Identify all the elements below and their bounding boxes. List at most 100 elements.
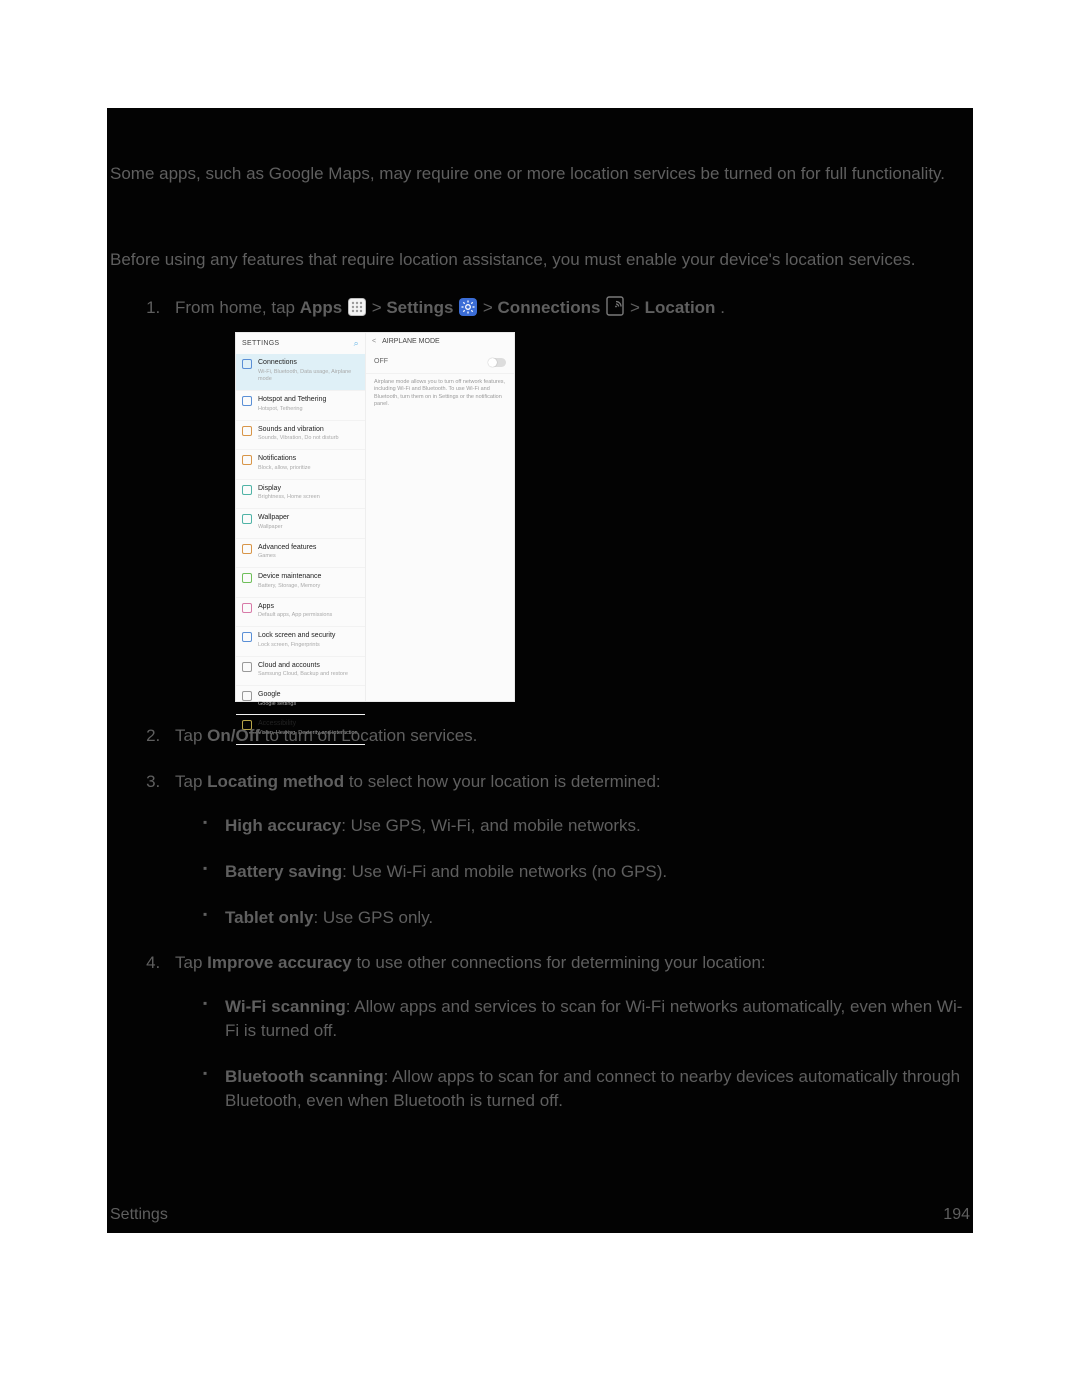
- step2-bold: On/Off: [207, 726, 260, 745]
- settings-item-wallpaper: WallpaperWallpaper: [236, 509, 365, 538]
- step3-pre: Tap: [175, 772, 207, 791]
- cloud-item-icon: [242, 662, 252, 672]
- off-label: OFF: [374, 357, 388, 367]
- screenshot-right-panel: < AIRPLANE MODE OFF Airplane mode allows…: [366, 333, 514, 701]
- item10-sub: Samsung Cloud, Backup and restore: [258, 671, 348, 679]
- step3-post: to select how your location is determine…: [344, 772, 661, 791]
- wallpaper-item-icon: [242, 514, 252, 524]
- step-3: Tap Locating method to select how your l…: [165, 770, 970, 929]
- airplane-off-row: OFF: [366, 351, 514, 374]
- step2-pre: Tap: [175, 726, 207, 745]
- item10-title: Cloud and accounts: [258, 661, 348, 671]
- airplane-description: Airplane mode allows you to turn off net…: [366, 374, 514, 414]
- airplane-header-text: AIRPLANE MODE: [382, 337, 440, 347]
- item6-title: Advanced features: [258, 543, 316, 553]
- item4-title: Display: [258, 484, 320, 494]
- item9-sub: Lock screen, Fingerprints: [258, 642, 335, 650]
- screenshot-left-panel: SETTINGS ⌕ ConnectionsWi-Fi, Bluetooth, …: [236, 333, 366, 701]
- settings-item-connections: ConnectionsWi-Fi, Bluetooth, Data usage,…: [236, 354, 365, 391]
- settings-item-maintenance: Device maintenanceBattery, Storage, Memo…: [236, 568, 365, 597]
- document-page: Some apps, such as Google Maps, may requ…: [107, 108, 973, 1233]
- intro-paragraph-2: Before using any features that require l…: [110, 248, 970, 272]
- step-1-text: From home, tap Apps > Settings > Connect…: [175, 298, 725, 317]
- item8-sub: Default apps, App permissions: [258, 612, 332, 620]
- screenshot-right-header: < AIRPLANE MODE: [366, 333, 514, 351]
- settings-item-advanced: Advanced featuresGames: [236, 539, 365, 568]
- step4-pre: Tap: [175, 953, 207, 972]
- bullet-high-accuracy: High accuracy: Use GPS, Wi-Fi, and mobil…: [203, 814, 970, 838]
- back-icon: <: [372, 337, 376, 347]
- maint-item-icon: [242, 573, 252, 583]
- settings-header-text: SETTINGS: [242, 339, 279, 349]
- item0-sub: Wi-Fi, Bluetooth, Data usage, Airplane m…: [258, 369, 359, 384]
- sep2: >: [483, 298, 498, 317]
- settings-item-google: GoogleGoogle settings: [236, 686, 365, 715]
- step4-post: to use other connections for determining…: [352, 953, 766, 972]
- apps-icon: [348, 298, 366, 323]
- item9-title: Lock screen and security: [258, 631, 335, 641]
- ha-desc: : Use GPS, Wi-Fi, and mobile networks.: [341, 816, 640, 835]
- apps-label: Apps: [300, 298, 343, 317]
- bullet-tablet-only: Tablet only: Use GPS only.: [203, 906, 970, 930]
- step1-prefix: From home, tap: [175, 298, 300, 317]
- item6-sub: Games: [258, 553, 316, 561]
- bs-label: Battery saving: [225, 862, 342, 881]
- item1-sub: Hotspot, Tethering: [258, 406, 326, 414]
- step4-bullets: Wi-Fi scanning: Allow apps and services …: [203, 995, 970, 1112]
- bs-desc: : Use Wi-Fi and mobile networks (no GPS)…: [342, 862, 667, 881]
- bt-label: Bluetooth scanning: [225, 1067, 384, 1086]
- item1-title: Hotspot and Tethering: [258, 395, 326, 405]
- settings-item-hotspot: Hotspot and TetheringHotspot, Tethering: [236, 391, 365, 420]
- notif-item-icon: [242, 455, 252, 465]
- step-4: Tap Improve accuracy to use other connec…: [165, 951, 970, 1112]
- wifi-label: Wi-Fi scanning: [225, 997, 346, 1016]
- item5-sub: Wallpaper: [258, 524, 289, 532]
- page-footer: Settings 194: [110, 1204, 970, 1226]
- step1-suffix: .: [720, 298, 725, 317]
- sounds-item-icon: [242, 426, 252, 436]
- to-label: Tablet only: [225, 908, 313, 927]
- display-item-icon: [242, 485, 252, 495]
- google-item-icon: [242, 691, 252, 701]
- toggle-icon: [488, 358, 506, 367]
- item8-title: Apps: [258, 602, 332, 612]
- item11-sub: Google settings: [258, 701, 296, 709]
- settings-item-sounds: Sounds and vibrationSounds, Vibration, D…: [236, 421, 365, 450]
- step4-bold: Improve accuracy: [207, 953, 352, 972]
- footer-page-number: 194: [943, 1204, 970, 1226]
- settings-icon: [459, 298, 477, 323]
- item11-title: Google: [258, 690, 296, 700]
- settings-screenshot: SETTINGS ⌕ ConnectionsWi-Fi, Bluetooth, …: [235, 332, 515, 702]
- search-icon: ⌕: [354, 337, 359, 350]
- footer-section: Settings: [110, 1204, 168, 1226]
- item2-title: Sounds and vibration: [258, 425, 339, 435]
- item4-sub: Brightness, Home screen: [258, 494, 320, 502]
- settings-item-display: DisplayBrightness, Home screen: [236, 480, 365, 509]
- item3-title: Notifications: [258, 454, 311, 464]
- hotspot-item-icon: [242, 396, 252, 406]
- bullet-wifi-scanning: Wi-Fi scanning: Allow apps and services …: [203, 995, 970, 1043]
- sep3: >: [630, 298, 645, 317]
- settings-item-apps: AppsDefault apps, App permissions: [236, 598, 365, 627]
- apps-item-icon: [242, 603, 252, 613]
- item0-title: Connections: [258, 358, 359, 368]
- connections-item-icon: [242, 359, 252, 369]
- step3-bold: Locating method: [207, 772, 344, 791]
- settings-label: Settings: [386, 298, 453, 317]
- item7-title: Device maintenance: [258, 572, 321, 582]
- step-1: From home, tap Apps > Settings > Connect…: [165, 296, 970, 703]
- settings-item-lockscreen: Lock screen and securityLock screen, Fin…: [236, 627, 365, 656]
- steps-list: From home, tap Apps > Settings > Connect…: [165, 296, 970, 1113]
- item2-sub: Sounds, Vibration, Do not disturb: [258, 435, 339, 443]
- step3-bullets: High accuracy: Use GPS, Wi-Fi, and mobil…: [203, 814, 970, 929]
- lock-item-icon: [242, 632, 252, 642]
- to-desc: : Use GPS only.: [313, 908, 433, 927]
- location-label: Location: [645, 298, 716, 317]
- connections-icon: [606, 296, 624, 323]
- sep1: >: [372, 298, 387, 317]
- bullet-bluetooth-scanning: Bluetooth scanning: Allow apps to scan f…: [203, 1065, 970, 1113]
- step-2: Tap On/Off to turn on Location services.: [165, 724, 970, 748]
- item7-sub: Battery, Storage, Memory: [258, 583, 321, 591]
- screenshot-left-header: SETTINGS ⌕: [236, 333, 365, 354]
- connections-label: Connections: [498, 298, 601, 317]
